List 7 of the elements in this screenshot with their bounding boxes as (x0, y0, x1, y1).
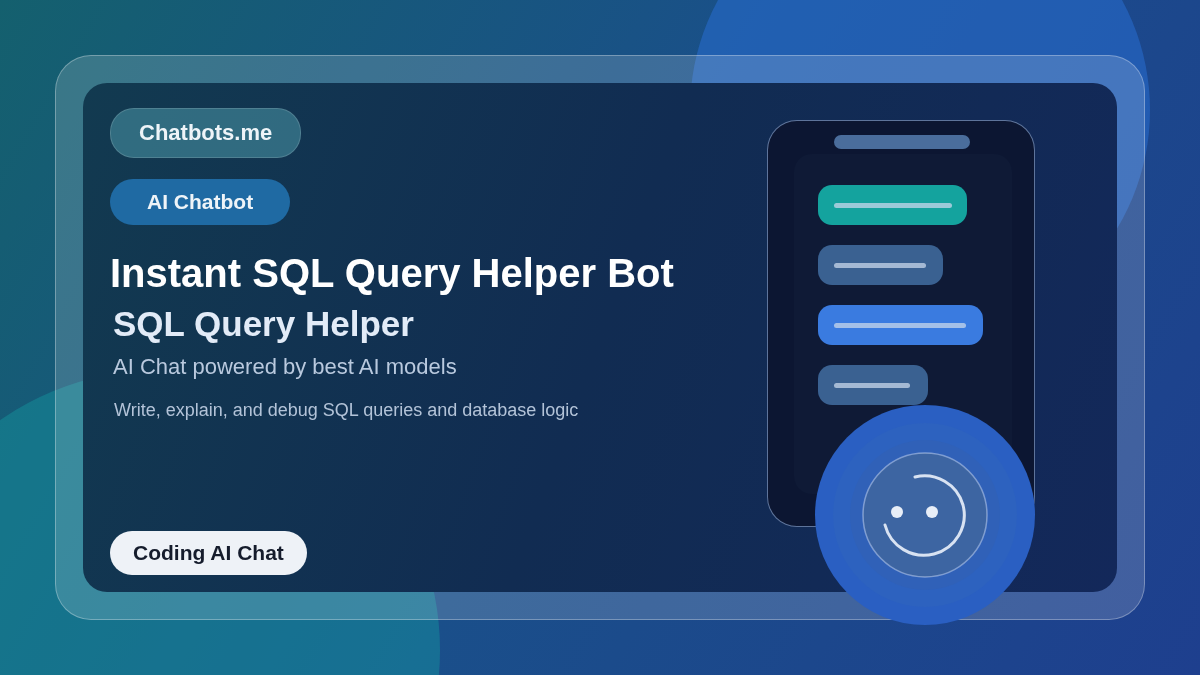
subtitle: SQL Query Helper (113, 304, 414, 344)
description: Write, explain, and debug SQL queries and database logic (114, 400, 579, 421)
category-badge: AI Chatbot (110, 179, 291, 225)
category-tag: Coding AI Chat (110, 531, 307, 575)
title: Instant SQL Query Helper Bot (110, 251, 674, 296)
brand-badge: Chatbots.me (110, 108, 302, 158)
tagline: AI Chat powered by best AI models (113, 354, 457, 380)
